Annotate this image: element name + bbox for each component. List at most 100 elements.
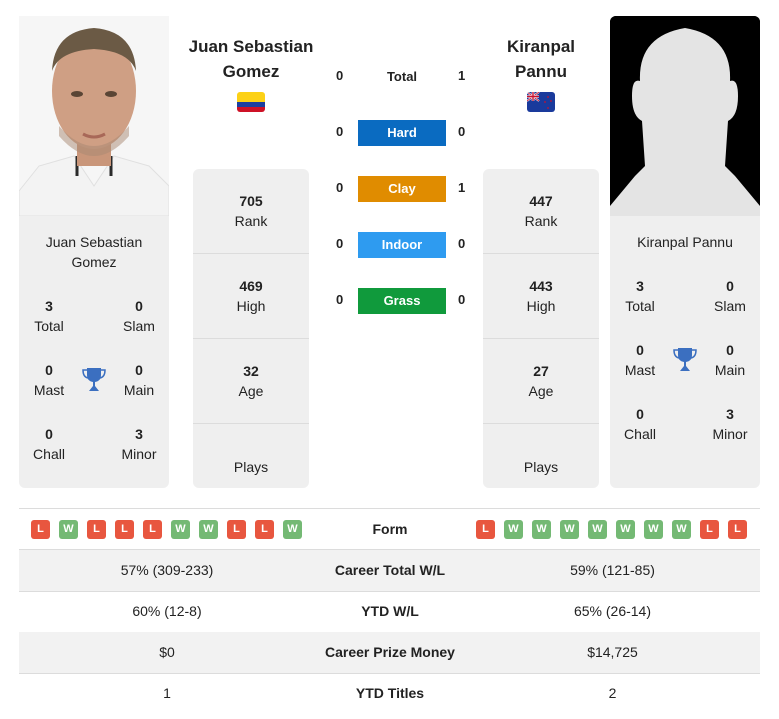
- form-loss-badge[interactable]: L: [31, 520, 50, 539]
- form-win-badge[interactable]: W: [199, 520, 218, 539]
- titles-total-value: 3: [636, 278, 644, 294]
- form-loss-badge[interactable]: L: [115, 520, 134, 539]
- titles-minor: 3 Minor: [700, 404, 760, 444]
- titles-chall: 0 Chall: [610, 404, 670, 444]
- titles-minor: 3 Minor: [109, 424, 169, 464]
- stats-card-left: 705 Rank 469 High 32 Age Plays: [193, 169, 309, 488]
- stat-rank-label: Rank: [234, 213, 268, 229]
- titles-slam: 0 Slam: [700, 276, 760, 316]
- h2h-left-value: 0: [336, 124, 344, 139]
- titles-chall: 0 Chall: [19, 424, 79, 464]
- form-loss-badge[interactable]: L: [700, 520, 719, 539]
- comparison-row-ytd-wl: 60% (12-8) YTD W/L 65% (26-14): [19, 591, 760, 632]
- comparison-row-prize-money: $0 Career Prize Money $14,725: [19, 632, 760, 673]
- surface-grass-badge[interactable]: Grass: [358, 288, 446, 314]
- titles-main-label: Main: [123, 382, 155, 398]
- stat-age-value: 32: [243, 363, 259, 379]
- comparison-label: Career Prize Money: [325, 644, 455, 660]
- form-win-badge[interactable]: W: [59, 520, 78, 539]
- stats-card-right: 447 Rank 443 High 27 Age Plays: [483, 169, 599, 488]
- h2h-left-value: 0: [336, 68, 344, 83]
- titles-main: 0 Main: [109, 360, 169, 400]
- comparison-row-career-wl: 57% (309-233) Career Total W/L 59% (121-…: [19, 550, 760, 591]
- stat-plays-label: Plays: [523, 459, 559, 475]
- titles-main-value: 0: [135, 362, 143, 378]
- full-name-line2: Gomez: [71, 254, 117, 270]
- form-loss-badge[interactable]: L: [476, 520, 495, 539]
- stat-rank-value: 447: [529, 193, 553, 209]
- form-win-badge[interactable]: W: [171, 520, 190, 539]
- stat-age: 32 Age: [193, 339, 309, 424]
- form-win-badge[interactable]: W: [616, 520, 635, 539]
- comparison-right-value: 65% (26-14): [573, 603, 652, 619]
- player-name-right[interactable]: Kiranpal Pannu: [466, 34, 616, 84]
- comparison-left-value: $0: [159, 644, 175, 660]
- player-photo-left: [19, 16, 169, 216]
- surface-hard-badge[interactable]: Hard: [358, 120, 446, 146]
- h2h-right-value: 0: [458, 292, 466, 307]
- form-win-badge[interactable]: W: [672, 520, 691, 539]
- titles-slam: 0 Slam: [109, 296, 169, 336]
- form-loss-badge[interactable]: L: [143, 520, 162, 539]
- titles-slam-label: Slam: [123, 318, 155, 334]
- form-win-badge[interactable]: W: [560, 520, 579, 539]
- titles-mast-label: Mast: [33, 382, 65, 398]
- player-card-right: Kiranpal Pannu 3 Total 0 Slam 0 Mast 0 M…: [610, 216, 760, 488]
- stat-high: 469 High: [193, 254, 309, 339]
- trophy-icon: [673, 347, 697, 373]
- surface-clay-badge[interactable]: Clay: [358, 176, 446, 202]
- stat-age-label: Age: [238, 383, 264, 399]
- form-badges-right: LWWWWWWWLL: [476, 520, 747, 539]
- form-win-badge[interactable]: W: [588, 520, 607, 539]
- player-full-name-left: Juan Sebastian Gomez: [19, 232, 169, 272]
- stat-age: 27 Age: [483, 339, 599, 424]
- full-name-line1: Juan Sebastian: [45, 234, 143, 250]
- form-loss-badge[interactable]: L: [227, 520, 246, 539]
- titles-mast-value: 0: [45, 362, 53, 378]
- divider: [19, 508, 760, 509]
- surface-indoor-badge[interactable]: Indoor: [358, 232, 446, 258]
- titles-slam-label: Slam: [714, 298, 746, 314]
- form-loss-badge[interactable]: L: [87, 520, 106, 539]
- titles-total-label: Total: [625, 298, 655, 314]
- form-loss-badge[interactable]: L: [255, 520, 274, 539]
- form-win-badge[interactable]: W: [532, 520, 551, 539]
- h2h-left-value: 0: [336, 292, 344, 307]
- h2h-row-clay: 0 Clay 1: [330, 176, 475, 202]
- form-label: Form: [372, 521, 408, 537]
- titles-minor-value: 3: [726, 406, 734, 422]
- player-photo-right: [610, 16, 760, 216]
- form-loss-badge[interactable]: L: [728, 520, 747, 539]
- stat-high-value: 443: [529, 278, 553, 294]
- h2h-row-indoor: 0 Indoor 0: [330, 232, 475, 258]
- player-silhouette-icon: [610, 16, 760, 216]
- titles-total-value: 3: [45, 298, 53, 314]
- titles-mast: 0 Mast: [610, 340, 670, 380]
- titles-main-value: 0: [726, 342, 734, 358]
- stat-age-value: 27: [533, 363, 549, 379]
- player-card-left: Juan Sebastian Gomez 3 Total 0 Slam 0 Ma…: [19, 216, 169, 488]
- form-win-badge[interactable]: W: [504, 520, 523, 539]
- comparison-right-value: $14,725: [587, 644, 638, 660]
- player-name-left-line1: Juan Sebastian: [188, 37, 314, 56]
- comparison-label: YTD Titles: [355, 685, 425, 701]
- form-win-badge[interactable]: W: [283, 520, 302, 539]
- comparison-row-ytd-titles: 1 YTD Titles 2: [19, 673, 760, 714]
- titles-slam-value: 0: [726, 278, 734, 294]
- stat-plays: Plays: [483, 424, 599, 488]
- titles-mast-value: 0: [636, 342, 644, 358]
- stat-rank-label: Rank: [524, 213, 558, 229]
- form-win-badge[interactable]: W: [644, 520, 663, 539]
- titles-total: 3 Total: [610, 276, 670, 316]
- titles-total: 3 Total: [19, 296, 79, 336]
- player-name-left[interactable]: Juan Sebastian Gomez: [176, 34, 326, 84]
- stat-rank-value: 705: [239, 193, 263, 209]
- trophy-icon: [82, 367, 106, 393]
- h2h-right-value: 1: [458, 180, 466, 195]
- h2h-row-total: 0 Total 1: [330, 64, 475, 90]
- titles-chall-value: 0: [45, 426, 53, 442]
- h2h-right-value: 1: [458, 68, 466, 83]
- titles-slam-value: 0: [135, 298, 143, 314]
- h2h-right-value: 0: [458, 236, 466, 251]
- h2h-right-value: 0: [458, 124, 466, 139]
